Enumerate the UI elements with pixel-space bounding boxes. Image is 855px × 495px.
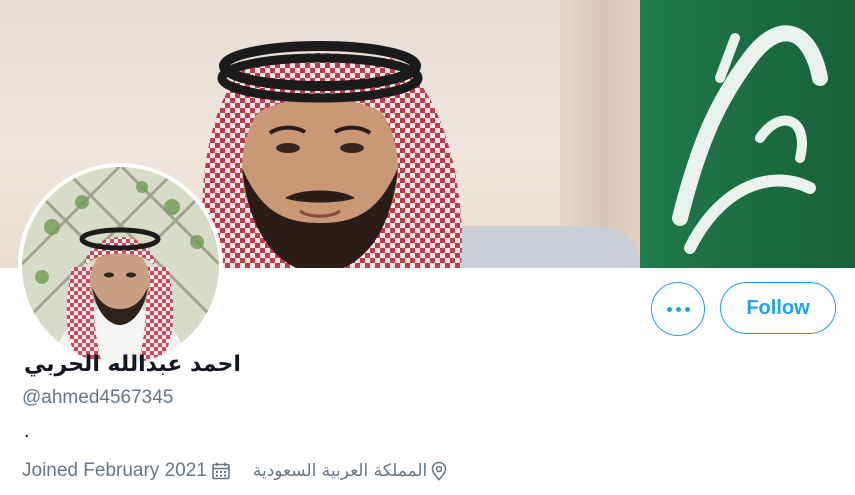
profile-meta: Joined February 2021 المملكة العربية الس…: [22, 460, 448, 482]
username-handle: @ahmed4567345: [22, 387, 174, 408]
location: المملكة العربية السعودية: [253, 461, 448, 481]
location-pin-icon: [430, 461, 448, 481]
join-date-text: Joined February 2021: [22, 460, 207, 481]
banner-flag-script: [672, 25, 828, 254]
location-text: المملكة العربية السعودية: [252, 461, 428, 481]
profile-page: Follow احمد عبدالله الحربي @ahmed4567345…: [0, 0, 855, 495]
more-options-button[interactable]: [651, 282, 705, 336]
profile-bio: .: [24, 420, 30, 442]
join-date: Joined February 2021: [22, 460, 231, 482]
more-options-icon: [665, 306, 692, 312]
follow-button[interactable]: Follow: [720, 282, 836, 334]
display-name: احمد عبدالله الحربي: [24, 352, 241, 377]
profile-avatar[interactable]: [18, 163, 223, 368]
calendar-icon: [211, 461, 231, 481]
